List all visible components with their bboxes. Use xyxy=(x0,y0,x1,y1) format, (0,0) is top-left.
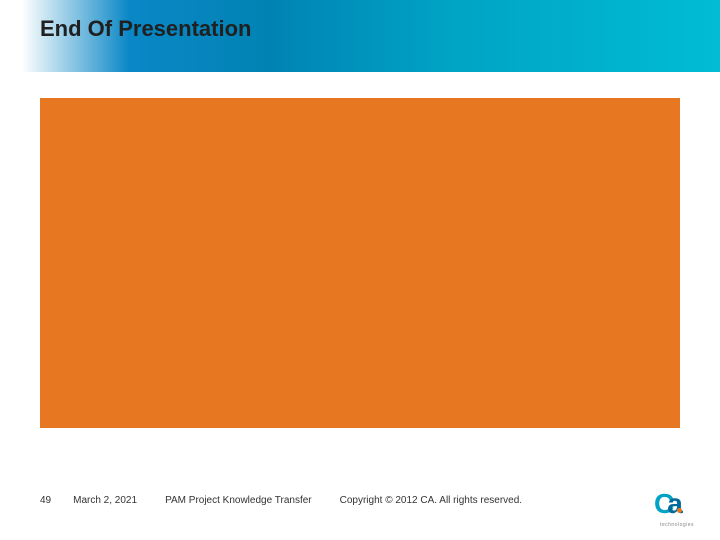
footer-date: March 2, 2021 xyxy=(73,495,137,506)
slide: End Of Presentation 49 March 2, 2021 PAM… xyxy=(0,0,720,540)
footer-project: PAM Project Knowledge Transfer xyxy=(165,495,312,506)
footer-copyright: Copyright © 2012 CA. All rights reserved… xyxy=(340,495,522,506)
footer: 49 March 2, 2021 PAM Project Knowledge T… xyxy=(40,480,680,520)
slide-title: End Of Presentation xyxy=(40,16,251,42)
page-number: 49 xyxy=(40,495,51,506)
logo-letter-a: a xyxy=(667,488,680,519)
content-placeholder xyxy=(40,98,680,428)
title-bar: End Of Presentation xyxy=(0,0,720,72)
ca-logo: Ca technologies xyxy=(654,490,700,526)
logo-dot-icon xyxy=(677,508,682,513)
logo-subtext: technologies xyxy=(654,522,700,528)
ca-logo-icon: Ca xyxy=(654,490,700,520)
